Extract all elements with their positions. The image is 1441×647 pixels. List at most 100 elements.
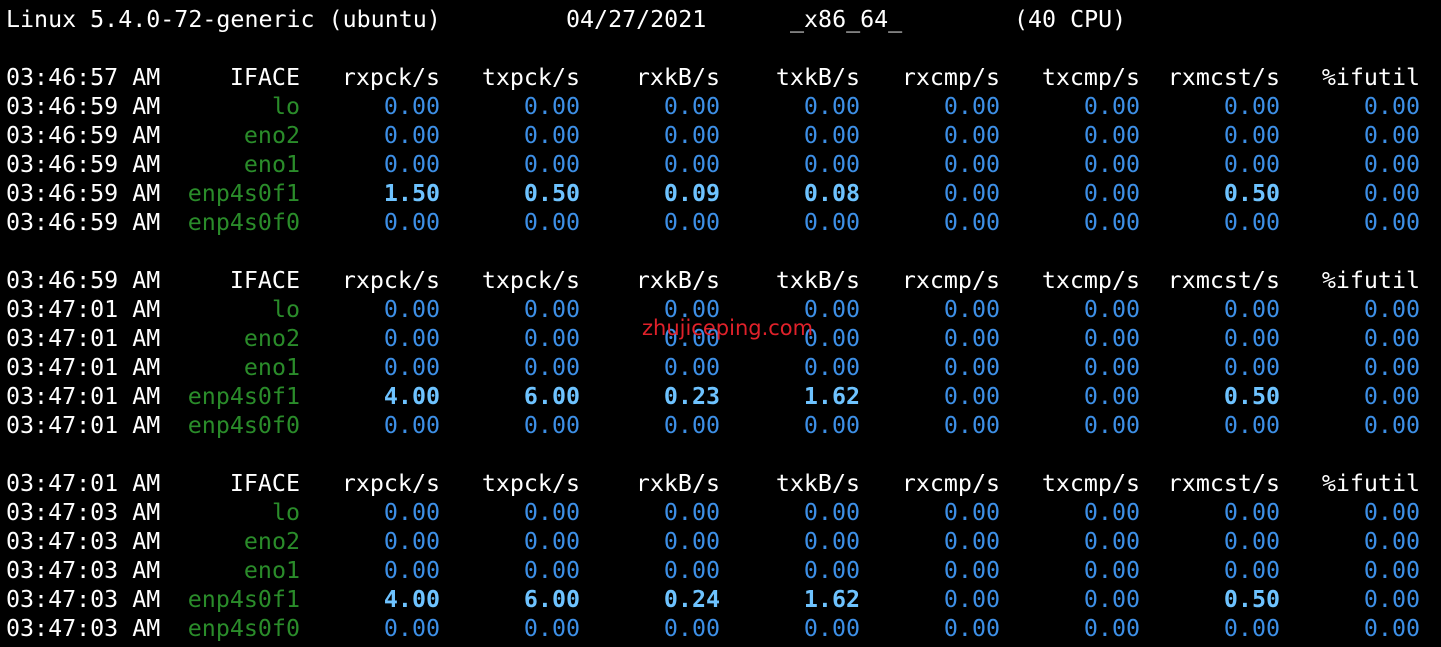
metric-value: 0.00 <box>383 528 440 555</box>
metric-value: 0.00 <box>1363 528 1420 555</box>
metric-value: 0.00 <box>383 557 440 584</box>
metric-value: 0.00 <box>943 122 1000 149</box>
metric-value: 0.00 <box>1083 151 1140 178</box>
interface-name: eno1 <box>243 557 300 584</box>
metric-value: 0.00 <box>1363 557 1420 584</box>
metric-value: 0.00 <box>383 615 440 642</box>
table-row: 03:47:03 AM enp4s0f0 0.00 0.00 0.00 0.00 0.00 0… <box>6 614 1436 643</box>
metric-value: 0.00 <box>943 412 1000 439</box>
column-header-iface: IFACE <box>229 64 300 91</box>
metric-value: 0.08 <box>803 180 860 207</box>
table-row: 03:47:03 AM eno1 0.00 0.00 0.00 0.00 0.00 0.00 0… <box>6 556 1436 585</box>
metric-value: 0.00 <box>383 412 440 439</box>
metric-value: 0.00 <box>663 209 720 236</box>
metric-value: 0.00 <box>943 528 1000 555</box>
column-header: rxcmp/s <box>901 267 1000 294</box>
metric-value: 0.00 <box>1083 325 1140 352</box>
row-timestamp: 03:47:01 AM <box>6 383 161 410</box>
metric-value: 0.00 <box>383 325 440 352</box>
row-timestamp: 03:47:01 AM <box>6 296 161 323</box>
metric-value: 0.00 <box>1083 586 1140 613</box>
metric-value: 0.00 <box>1363 354 1420 381</box>
metric-value: 0.00 <box>943 180 1000 207</box>
metric-value: 0.00 <box>663 354 720 381</box>
metric-value: 0.00 <box>523 209 580 236</box>
row-timestamp: 03:47:03 AM <box>6 528 161 555</box>
column-header: rxkB/s <box>635 64 720 91</box>
metric-value: 0.00 <box>1083 557 1140 584</box>
metric-value: 0.00 <box>663 528 720 555</box>
metric-value: 0.50 <box>1223 180 1280 207</box>
metric-value: 0.24 <box>663 586 720 613</box>
metric-value: 0.00 <box>1083 412 1140 439</box>
metric-value: 0.00 <box>1363 180 1420 207</box>
architecture: _x86_64_ <box>790 6 903 33</box>
metric-value: 0.50 <box>1223 383 1280 410</box>
metric-value: 0.00 <box>1083 615 1140 642</box>
metric-value: 0.00 <box>523 528 580 555</box>
interface-name: enp4s0f1 <box>187 180 300 207</box>
metric-value: 0.00 <box>523 354 580 381</box>
column-header: txcmp/s <box>1041 470 1140 497</box>
column-header: rxcmp/s <box>901 64 1000 91</box>
metric-value: 0.00 <box>523 151 580 178</box>
table-header-row: 03:46:59 AM IFACE rxpck/s txpck/s rxkB/s txkB… <box>6 266 1436 295</box>
column-header: rxkB/s <box>635 470 720 497</box>
report-date: 04/27/2021 <box>566 6 707 33</box>
row-timestamp: 03:46:59 AM <box>6 122 161 149</box>
interface-name: enp4s0f0 <box>187 209 300 236</box>
table-row: 03:46:59 AM lo 0.00 0.00 0.00 0.00 0.00 0.00 0.0… <box>6 92 1436 121</box>
metric-value: 0.00 <box>1223 93 1280 120</box>
table-row: 03:46:59 AM enp4s0f1 1.50 0.50 0.09 0.08 0.00 0… <box>6 179 1436 208</box>
table-row: 03:47:01 AM enp4s0f1 4.00 6.00 0.23 1.62 0.00 0… <box>6 382 1436 411</box>
column-header: rxmcst/s <box>1167 64 1280 91</box>
metric-value: 0.00 <box>943 325 1000 352</box>
header-timestamp: 03:47:01 AM <box>6 470 161 497</box>
metric-value: 0.09 <box>663 180 720 207</box>
column-header: txkB/s <box>775 267 860 294</box>
metric-value: 0.00 <box>803 151 860 178</box>
metric-value: 0.00 <box>1223 557 1280 584</box>
table-row: 03:47:01 AM eno1 0.00 0.00 0.00 0.00 0.00 0.00 0… <box>6 353 1436 382</box>
metric-value: 0.00 <box>1223 354 1280 381</box>
metric-value: 0.00 <box>803 557 860 584</box>
metric-value: 0.00 <box>523 325 580 352</box>
metric-value: 0.00 <box>1223 151 1280 178</box>
metric-value: 0.00 <box>943 93 1000 120</box>
column-header: %ifutil <box>1321 470 1420 497</box>
metric-value: 0.00 <box>943 586 1000 613</box>
metric-value: 1.62 <box>803 383 860 410</box>
metric-value: 0.00 <box>943 151 1000 178</box>
column-header: txcmp/s <box>1041 64 1140 91</box>
metric-value: 0.00 <box>1223 412 1280 439</box>
row-timestamp: 03:47:03 AM <box>6 557 161 584</box>
metric-value: 4.00 <box>383 586 440 613</box>
metric-value: 0.00 <box>803 412 860 439</box>
metric-value: 4.00 <box>383 383 440 410</box>
row-timestamp: 03:46:59 AM <box>6 93 161 120</box>
metric-value: 0.00 <box>383 354 440 381</box>
metric-value: 0.00 <box>1083 528 1140 555</box>
metric-value: 0.00 <box>1223 209 1280 236</box>
row-timestamp: 03:47:03 AM <box>6 586 161 613</box>
metric-value: 0.50 <box>1223 586 1280 613</box>
column-header: rxmcst/s <box>1167 470 1280 497</box>
column-header: rxpck/s <box>341 267 440 294</box>
metric-value: 0.00 <box>1083 296 1140 323</box>
row-timestamp: 03:47:03 AM <box>6 615 161 642</box>
metric-value: 0.00 <box>1223 499 1280 526</box>
metric-value: 0.00 <box>1363 296 1420 323</box>
interface-name: eno2 <box>243 122 300 149</box>
row-timestamp: 03:47:01 AM <box>6 412 161 439</box>
header-timestamp: 03:46:57 AM <box>6 64 161 91</box>
metric-value: 0.00 <box>383 93 440 120</box>
table-row: 03:47:01 AM enp4s0f0 0.00 0.00 0.00 0.00 0.00 0… <box>6 411 1436 440</box>
metric-value: 0.00 <box>663 122 720 149</box>
table-row: 03:47:03 AM enp4s0f1 4.00 6.00 0.24 1.62 0.00 0… <box>6 585 1436 614</box>
metric-value: 0.00 <box>1363 151 1420 178</box>
metric-value: 0.00 <box>1363 209 1420 236</box>
metric-value: 6.00 <box>523 383 580 410</box>
interface-name: lo <box>271 296 300 323</box>
metric-value: 0.00 <box>1083 209 1140 236</box>
column-header: txcmp/s <box>1041 267 1140 294</box>
